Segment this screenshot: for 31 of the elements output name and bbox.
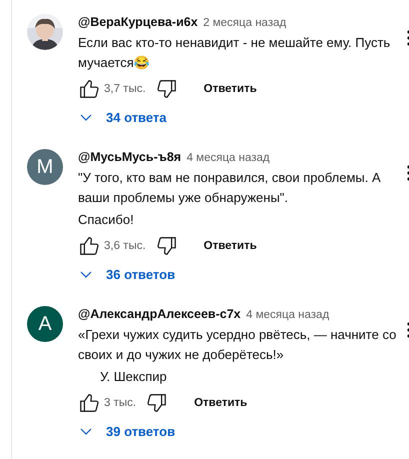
like-count: 3,7 тыс. [104,83,146,95]
comment-text: У. Шекспир [99,368,168,386]
like-count: 3,6 тыс. [104,240,146,252]
comment-text: Спасибо! [78,211,135,229]
comment-text: «Грехи чужих судить усердно рвётесь, — начните со своих и до чужих не доберётесь!» [78,326,398,364]
thumbs-up-icon[interactable] [78,235,100,257]
replies-toggle[interactable]: 39 ответов [78,420,178,443]
chevron-down-icon [80,428,92,436]
comment-time[interactable]: 2 месяца назад [203,17,286,29]
thumbs-down-icon[interactable] [156,235,178,257]
reply-button[interactable]: Ответить [198,236,263,256]
reply-button[interactable]: Ответить [188,393,254,413]
author-name[interactable]: @МусьМусь-ъ8я [78,150,182,164]
comment-time[interactable]: 4 месяца назад [186,152,270,164]
author-name[interactable]: @АлександрАлексеев-с7х [78,307,241,321]
like-count: 3 тыс. [104,397,136,409]
reply-button[interactable]: Ответить [198,79,263,99]
thumbs-up-icon[interactable] [78,392,100,414]
comment-time[interactable]: 4 месяца назад [246,309,330,321]
comment-text: Если вас кто-то ненавидит - не мешайте ему. Пусть мучается😂 [78,34,392,72]
replies-toggle[interactable]: 36 ответов [78,263,178,286]
chevron-down-icon [80,114,92,122]
author-name[interactable]: @ВераКурцева-и6х [78,15,198,29]
thumbs-down-icon[interactable] [156,78,178,100]
comment-text: "У того, кто вам не понравился, свои проблемы. А ваши проблемы уже обнаружены". [78,169,382,207]
avatar[interactable]: А [27,306,63,342]
thumbs-up-icon[interactable] [78,78,100,100]
chevron-down-icon [80,270,92,278]
replies-toggle[interactable]: 34 ответа [78,106,169,129]
avatar[interactable]: М [27,149,63,185]
thumbs-down-icon[interactable] [146,392,168,414]
